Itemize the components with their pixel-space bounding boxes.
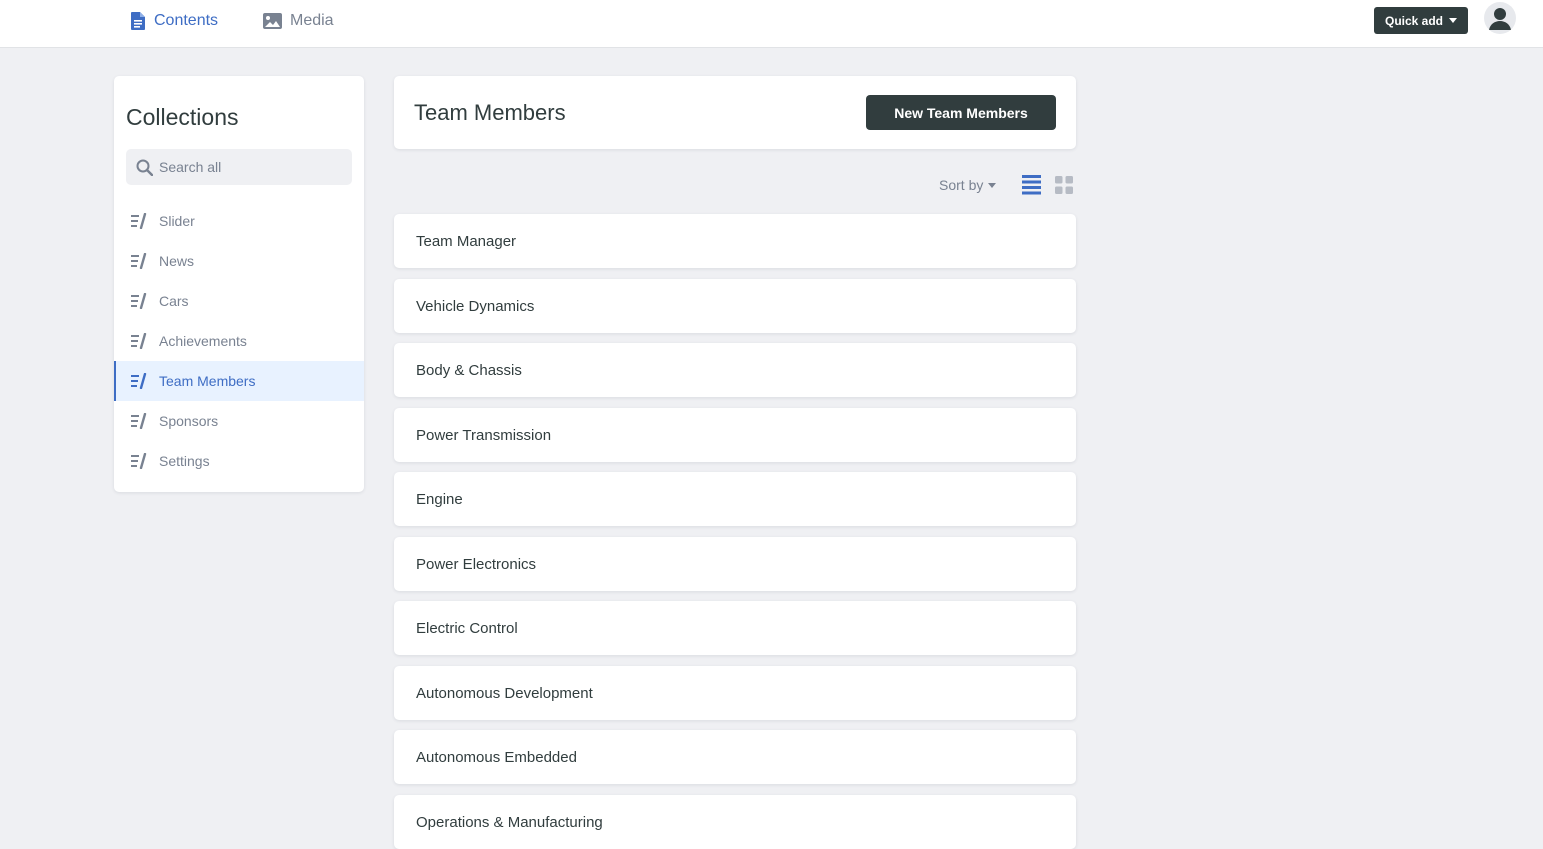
sidebar-item-news[interactable]: News [114, 241, 364, 281]
entry-title: Autonomous Development [416, 684, 593, 702]
sidebar-item-label: Sponsors [159, 413, 219, 429]
quick-add-button[interactable]: Quick add [1374, 7, 1468, 34]
sidebar-item-label: Slider [159, 213, 195, 229]
list-item[interactable]: Autonomous Embedded [394, 730, 1076, 784]
sidebar-item-label: News [159, 253, 195, 269]
collection-icon [131, 373, 148, 389]
list-item[interactable]: Power Electronics [394, 537, 1076, 591]
entry-title: Body & Chassis [416, 361, 522, 379]
sort-by-label: Sort by [939, 177, 984, 193]
sidebar-item-label: Team Members [159, 373, 256, 389]
sidebar-item-slider[interactable]: Slider [114, 201, 364, 241]
avatar[interactable] [1484, 2, 1516, 34]
list-item[interactable]: Vehicle Dynamics [394, 279, 1076, 333]
collections-list: Slider News Cars Achievements Team Membe… [114, 201, 364, 481]
entry-title: Vehicle Dynamics [416, 297, 535, 315]
sidebar-item-cars[interactable]: Cars [114, 281, 364, 321]
caret-down-icon [988, 182, 997, 188]
sidebar-item-settings[interactable]: Settings [114, 441, 364, 481]
entry-title: Operations & Manufacturing [416, 813, 603, 831]
collection-icon [131, 333, 148, 349]
entry-title: Power Electronics [416, 555, 537, 573]
search-icon [136, 159, 153, 176]
sidebar-item-label: Cars [159, 293, 189, 309]
search-box[interactable] [126, 149, 352, 185]
list-view-icon[interactable] [1022, 175, 1041, 200]
entry-title: Power Transmission [416, 426, 552, 444]
page-title: Team Members [414, 100, 566, 125]
sort-by-dropdown[interactable]: Sort by [939, 177, 997, 193]
document-icon [131, 12, 145, 30]
list-item[interactable]: Team Manager [394, 214, 1076, 268]
entry-title: Autonomous Embedded [416, 748, 577, 766]
sidebar-title: Collections [126, 104, 239, 130]
list-item[interactable]: Operations & Manufacturing [394, 795, 1076, 849]
list-item[interactable]: Power Transmission [394, 408, 1076, 462]
image-icon [263, 13, 282, 29]
list-item[interactable]: Body & Chassis [394, 343, 1076, 397]
entry-title: Team Manager [416, 232, 517, 250]
entry-title: Engine [416, 490, 463, 508]
tab-contents-label: Contents [154, 12, 219, 29]
list-item[interactable]: Electric Control [394, 601, 1076, 655]
collection-icon [131, 413, 148, 429]
quick-add-label: Quick add [1384, 13, 1443, 28]
collection-icon [131, 253, 148, 269]
sidebar-item-team-members[interactable]: Team Members [114, 361, 364, 401]
grid-view-icon[interactable] [1055, 176, 1073, 199]
sidebar-item-label: Achievements [159, 333, 247, 349]
collection-icon [131, 213, 148, 229]
sidebar-item-label: Settings [159, 453, 210, 469]
list-item[interactable]: Autonomous Development [394, 666, 1076, 720]
collection-header: Team Members New Team Members [394, 76, 1076, 149]
sort-toolbar: Sort by [394, 172, 1076, 198]
list-item[interactable]: Engine [394, 472, 1076, 526]
user-icon [1489, 8, 1511, 30]
collections-sidebar: Collections Slider News Cars Achievement… [114, 76, 364, 492]
sidebar-item-sponsors[interactable]: Sponsors [114, 401, 364, 441]
caret-down-icon [1449, 18, 1457, 23]
tab-media[interactable]: Media [263, 0, 334, 42]
entry-title: Electric Control [416, 619, 518, 637]
collection-icon [131, 453, 148, 469]
top-bar: Contents Media Quick add [0, 0, 1543, 48]
sidebar-item-achievements[interactable]: Achievements [114, 321, 364, 361]
search-input[interactable] [157, 158, 341, 176]
tab-media-label: Media [290, 12, 334, 29]
new-entry-button[interactable]: New Team Members [866, 95, 1056, 130]
collection-icon [131, 293, 148, 309]
tab-contents[interactable]: Contents [131, 0, 218, 42]
